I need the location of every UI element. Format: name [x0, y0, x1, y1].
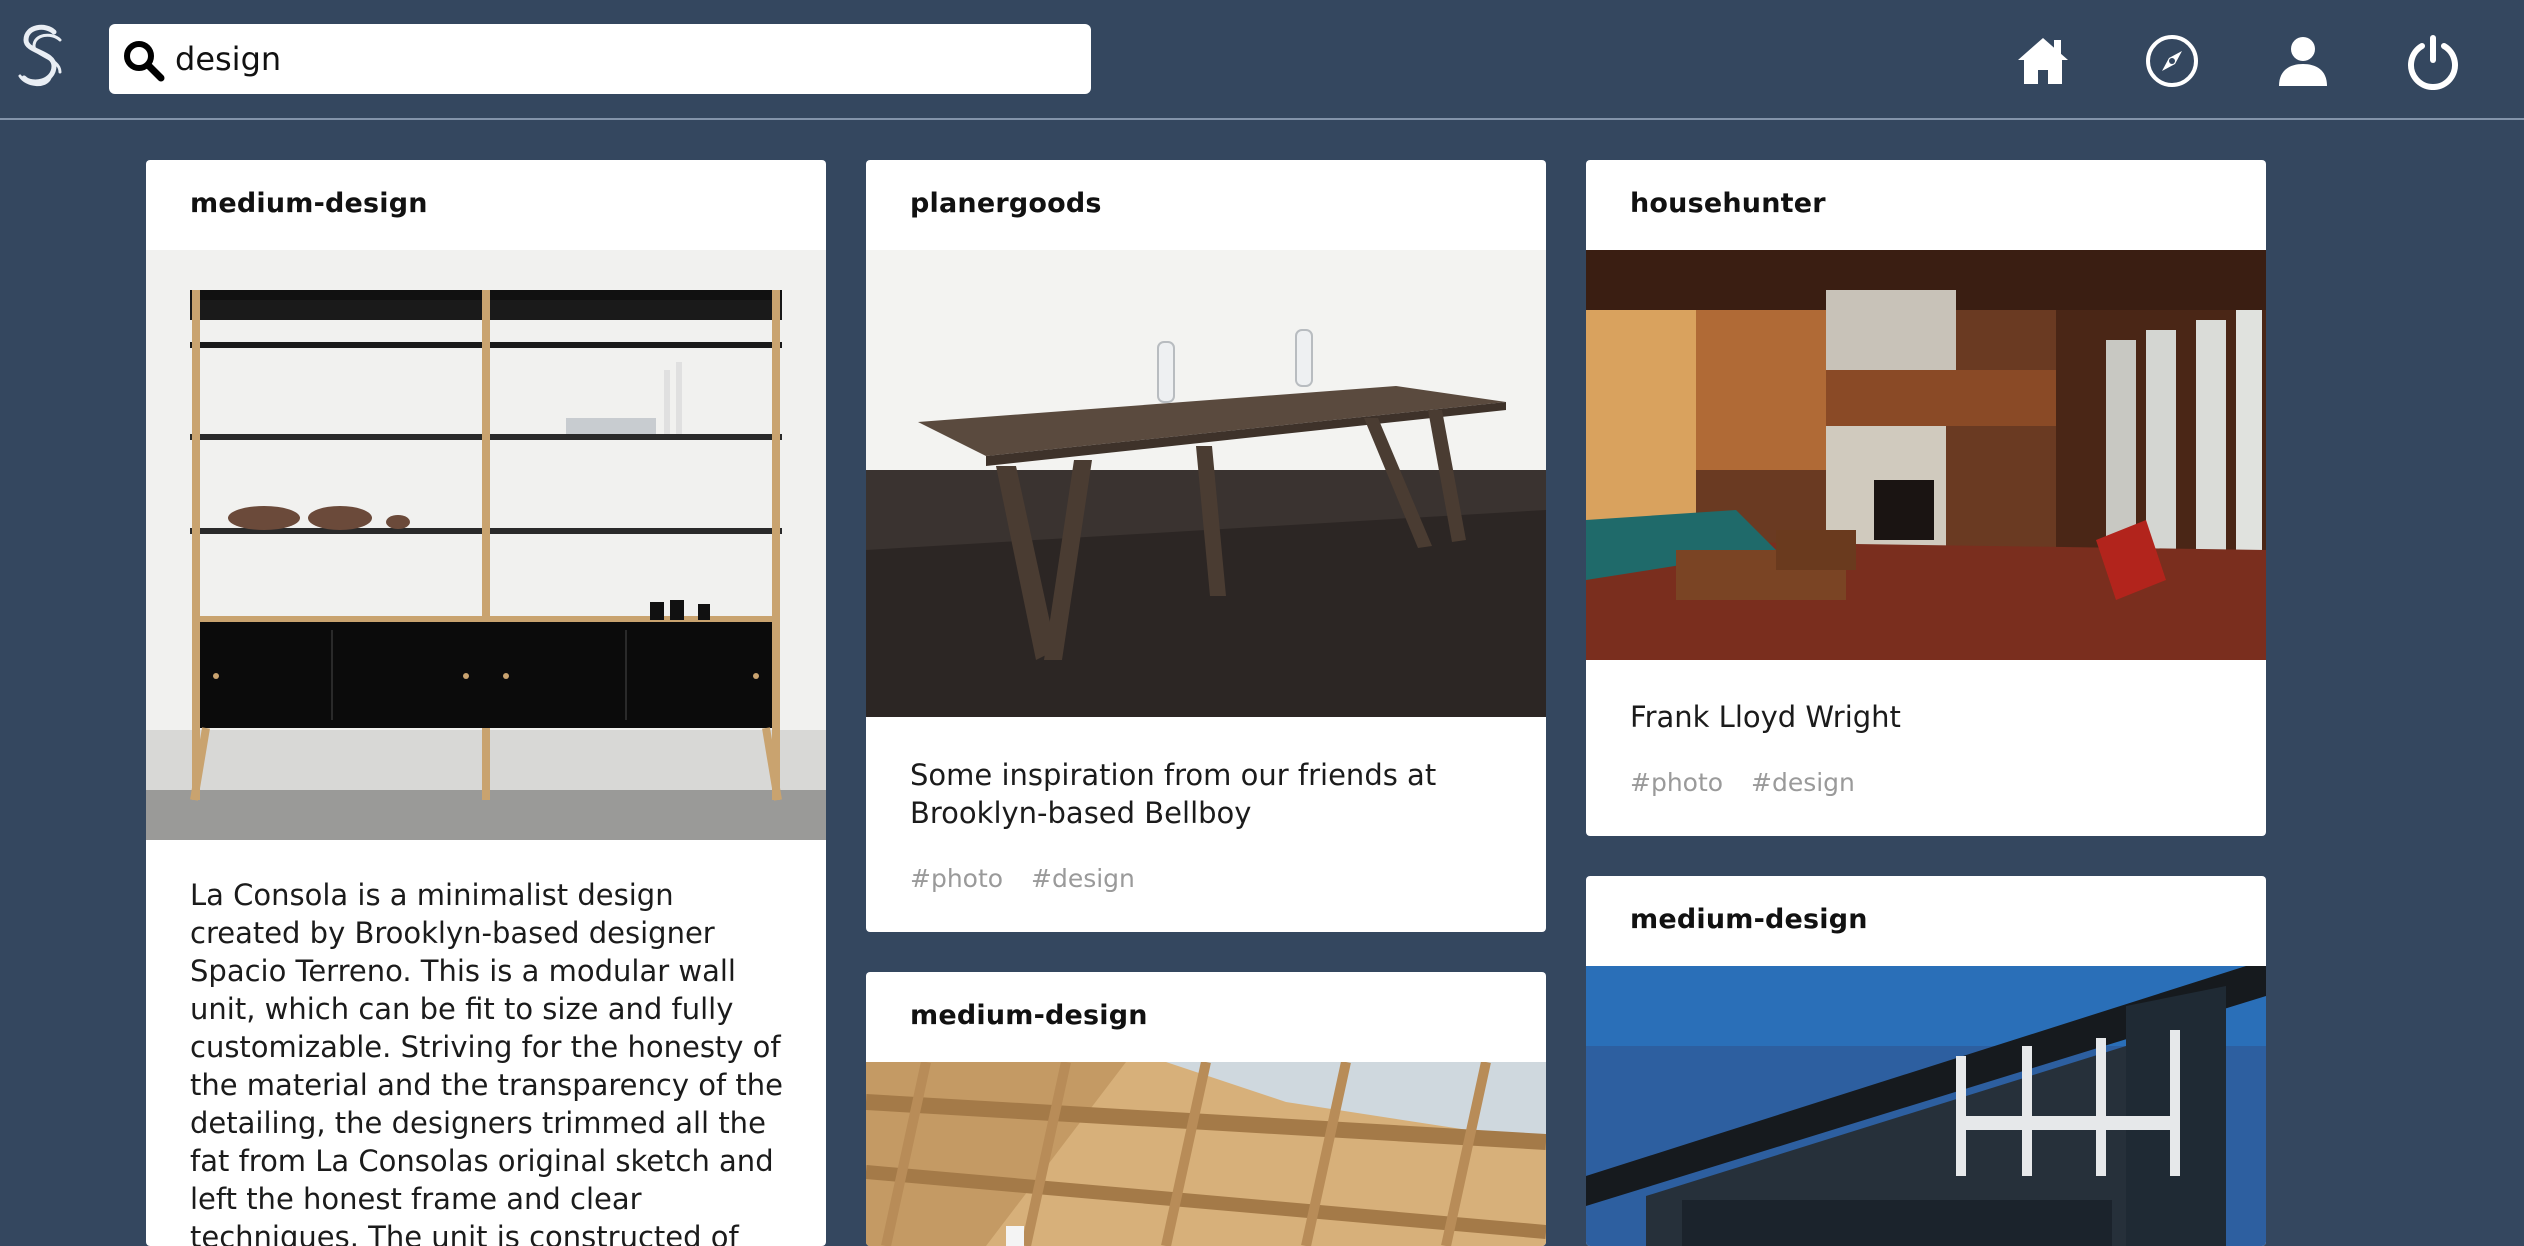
tag-link[interactable]: #photo [910, 864, 1003, 893]
post-username[interactable]: planergoods [910, 188, 1102, 219]
post-username[interactable]: medium-design [1630, 904, 1868, 935]
top-bar [0, 0, 2524, 120]
tag-link[interactable]: #design [1751, 768, 1855, 797]
post-card[interactable]: planergoods Some inspiration from our fr… [866, 160, 1546, 932]
post-image[interactable] [866, 1062, 1546, 1246]
post-image[interactable] [866, 250, 1546, 717]
tag-link[interactable]: #photo [1630, 768, 1723, 797]
post-tags: #photo #design [910, 864, 1155, 893]
home-icon[interactable] [2014, 32, 2072, 90]
search-bar [109, 24, 1091, 94]
post-card[interactable]: househunter Frank Lloyd Wright #photo #d… [1586, 160, 2266, 836]
post-image[interactable] [1586, 250, 2266, 660]
post-caption: Some inspiration from our friends at Bro… [910, 758, 1437, 830]
post-tags: #photo #design [1630, 768, 1875, 797]
post-username[interactable]: househunter [1630, 188, 1826, 219]
post-caption: Frank Lloyd Wright [1630, 700, 1901, 734]
post-image[interactable] [1586, 966, 2266, 1246]
search-icon[interactable] [121, 38, 165, 82]
post-card[interactable]: medium-design [1586, 876, 2266, 1246]
tag-link[interactable]: #design [1031, 864, 1135, 893]
post-image[interactable] [146, 250, 826, 840]
post-card[interactable]: medium-design [866, 972, 1546, 1246]
compass-icon[interactable] [2143, 32, 2201, 90]
post-caption: La Consola is a minimalist design create… [190, 878, 783, 1246]
post-username[interactable]: medium-design [910, 1000, 1148, 1031]
power-icon[interactable] [2404, 32, 2462, 90]
search-input[interactable] [175, 24, 1075, 94]
post-card[interactable]: medium-design [146, 160, 826, 1246]
user-icon[interactable] [2274, 32, 2332, 90]
post-username[interactable]: medium-design [190, 188, 428, 219]
app-logo-icon[interactable] [16, 22, 64, 94]
